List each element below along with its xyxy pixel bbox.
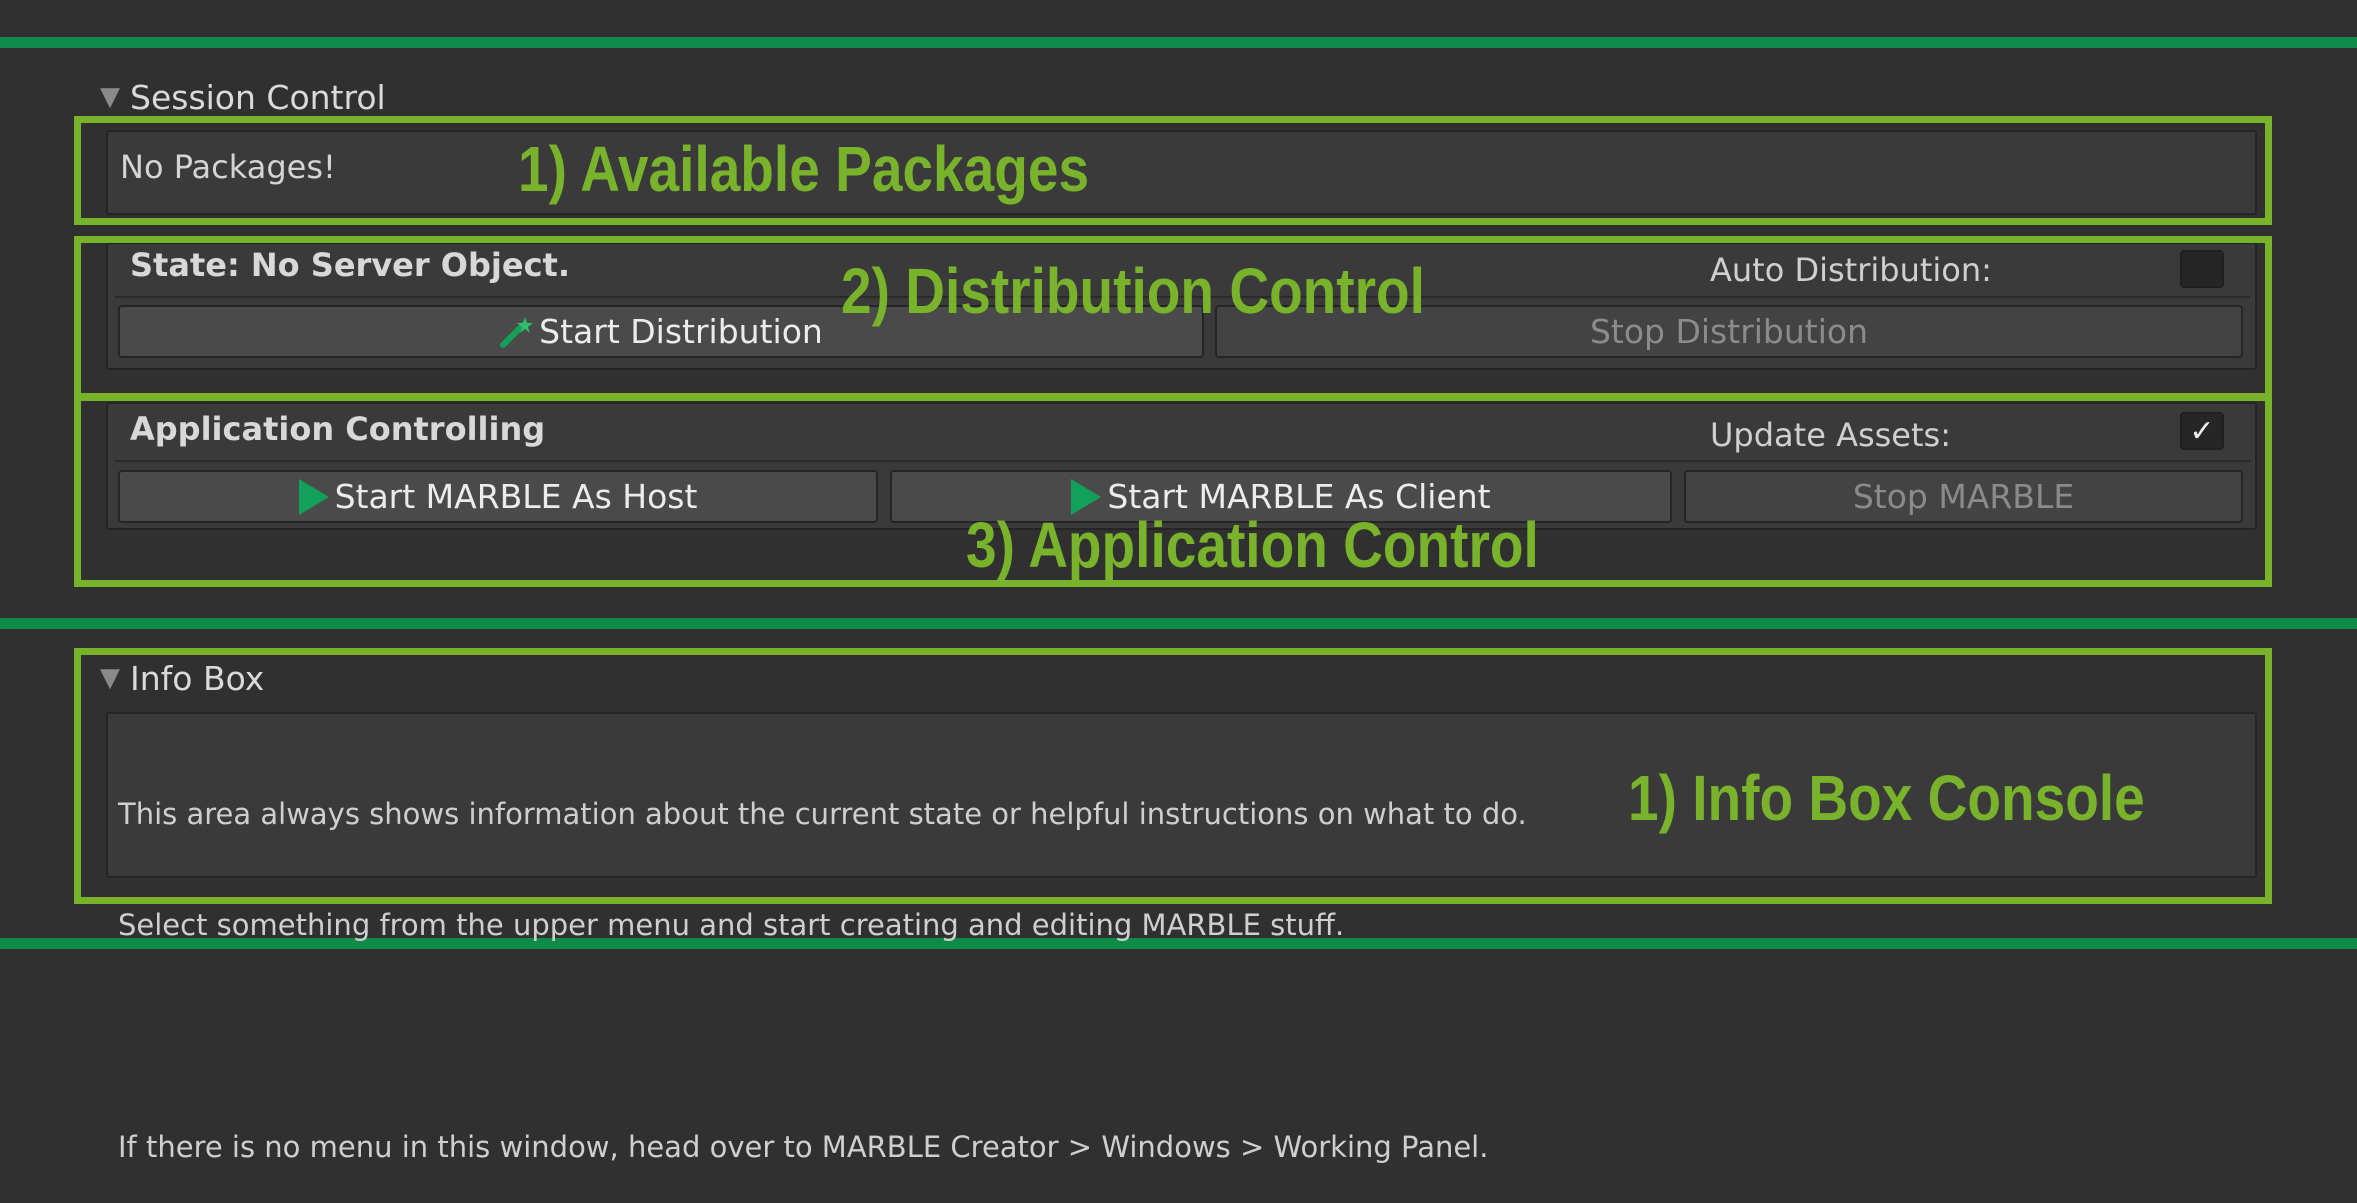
info-line: Select something from the upper menu and… [118, 908, 1345, 942]
packages-annotation: 1) Available Packages [518, 133, 1090, 205]
info-annotation: 1) Info Box Console [1628, 762, 2145, 834]
info-line [118, 1018, 1527, 1055]
packages-annotation-box [74, 116, 2272, 225]
distribution-annotation: 2) Distribution Control [841, 255, 1425, 327]
top-separator [0, 37, 2357, 48]
application-annotation: 3) Application Control [966, 509, 1539, 581]
session-control-title: Session Control [130, 77, 386, 117]
foldout-arrow-icon: ▼ [100, 82, 120, 112]
middle-separator [0, 618, 2357, 629]
session-control-foldout[interactable]: ▼ Session Control [100, 76, 386, 118]
info-line: If there is no menu in this window, head… [118, 1130, 1489, 1164]
